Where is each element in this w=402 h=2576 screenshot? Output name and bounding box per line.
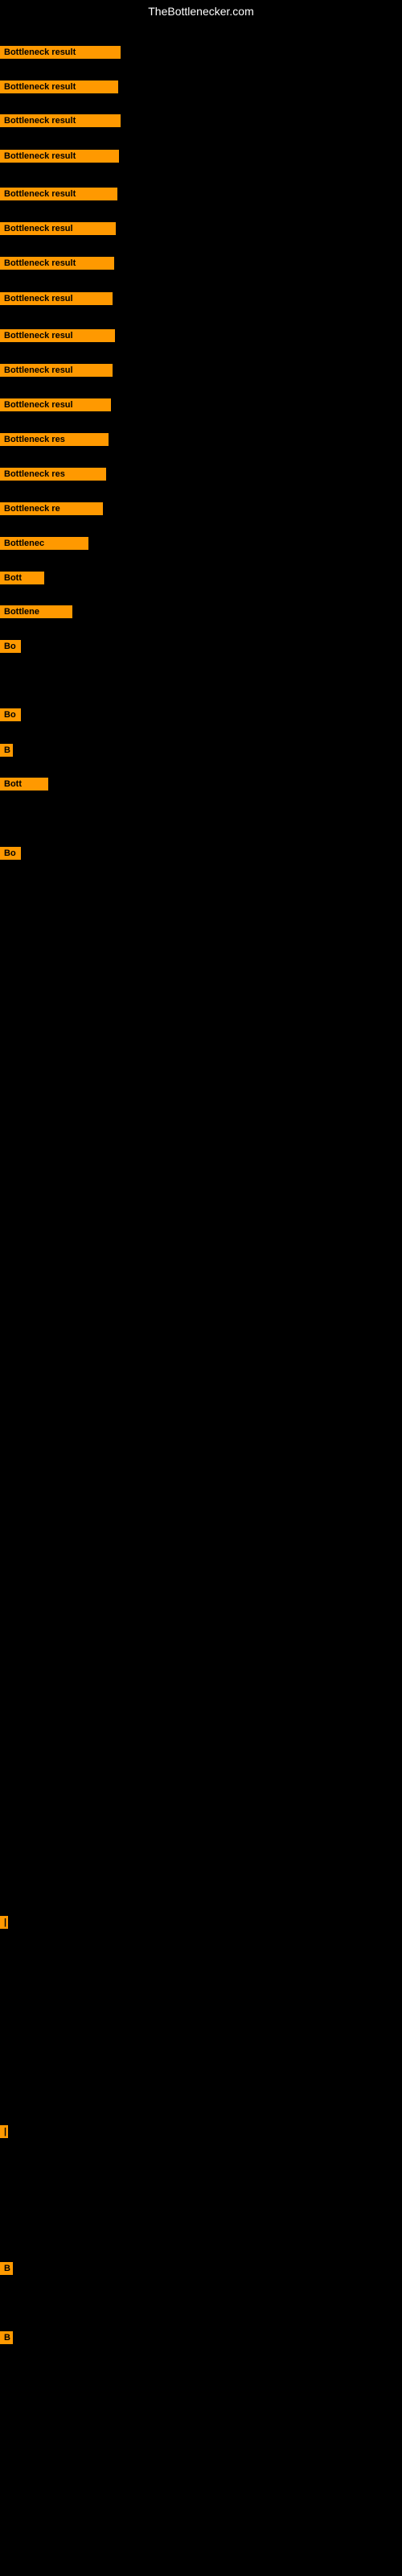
site-title: TheBottlenecker.com	[0, 2, 402, 21]
bottleneck-result-badge: Bottleneck res	[0, 468, 106, 481]
bottleneck-result-badge: Bottleneck result	[0, 114, 121, 127]
bottleneck-result-badge: Bo	[0, 847, 21, 860]
bottleneck-result-badge: Bottleneck result	[0, 80, 118, 93]
bottleneck-result-badge: Bott	[0, 572, 44, 584]
bottleneck-result-badge: Bottleneck re	[0, 502, 103, 515]
bottleneck-result-badge: |	[0, 2125, 8, 2138]
bottleneck-result-badge: B	[0, 2262, 13, 2275]
bottleneck-result-badge: Bottleneck result	[0, 150, 119, 163]
bottleneck-result-badge: Bottleneck resul	[0, 364, 113, 377]
bottleneck-result-badge: Bott	[0, 778, 48, 791]
bottleneck-result-badge: Bottlene	[0, 605, 72, 618]
bottleneck-result-badge: B	[0, 2331, 13, 2344]
bottleneck-result-badge: Bottleneck resul	[0, 398, 111, 411]
bottleneck-result-badge: Bottleneck resul	[0, 292, 113, 305]
bottleneck-result-badge: Bottleneck resul	[0, 222, 116, 235]
bottleneck-result-badge: Bottleneck res	[0, 433, 109, 446]
bottleneck-result-badge: Bottleneck result	[0, 188, 117, 200]
bottleneck-result-badge: Bottlenec	[0, 537, 88, 550]
bottleneck-result-badge: Bottleneck result	[0, 46, 121, 59]
bottleneck-result-badge: Bo	[0, 708, 21, 721]
bottleneck-result-badge: Bottleneck result	[0, 257, 114, 270]
bottleneck-result-badge: Bo	[0, 640, 21, 653]
bottleneck-result-badge: Bottleneck resul	[0, 329, 115, 342]
bottleneck-result-badge: |	[0, 1916, 8, 1929]
bottleneck-result-badge: B	[0, 744, 13, 757]
